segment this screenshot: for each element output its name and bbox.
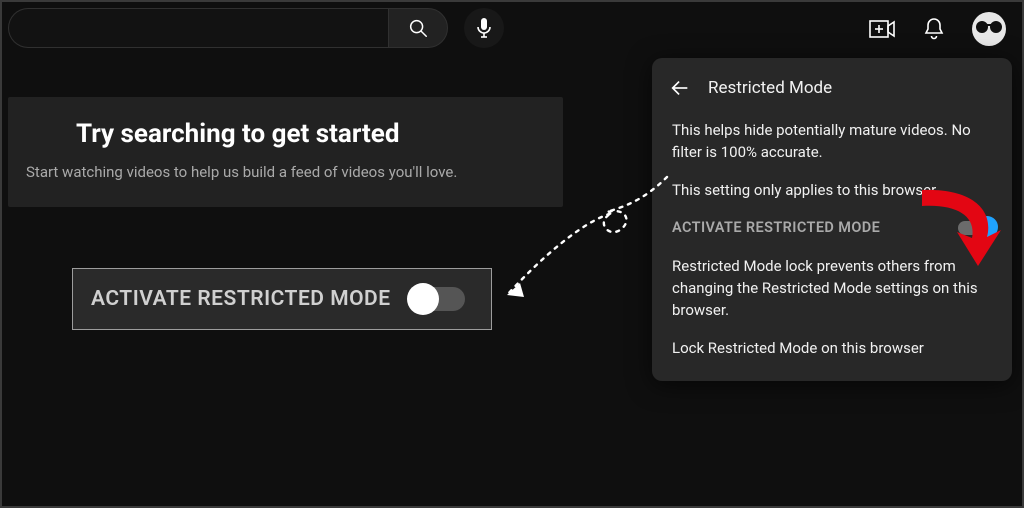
empty-state-card: Try searching to get started Start watch… [8, 97, 563, 207]
lock-restricted-mode-link[interactable]: Lock Restricted Mode on this browser [672, 338, 992, 360]
account-avatar[interactable] [972, 12, 1006, 46]
panel-toggle-label: ACTIVATE RESTRICTED MODE [672, 217, 880, 238]
panel-desc-3: Restricted Mode lock prevents others fro… [672, 256, 992, 321]
panel-body: This helps hide potentially mature video… [652, 114, 1012, 359]
activate-restricted-mode-toggle[interactable] [958, 221, 992, 235]
notifications-button[interactable] [920, 15, 948, 43]
restricted-mode-panel: Restricted Mode This helps hide potentia… [652, 58, 1012, 381]
bell-icon [923, 17, 945, 41]
empty-state-subtitle: Start watching videos to help us build a… [26, 163, 545, 181]
panel-desc-1: This helps hide potentially mature video… [672, 120, 992, 164]
search-box [8, 8, 448, 48]
create-video-icon [869, 19, 895, 39]
mic-icon [475, 17, 493, 39]
back-button[interactable] [668, 76, 692, 100]
top-bar [8, 8, 1016, 56]
panel-desc-2: This setting only applies to this browse… [672, 180, 992, 202]
panel-toggle-row: ACTIVATE RESTRICTED MODE [672, 217, 992, 238]
activate-restricted-mode-toggle-big[interactable] [411, 287, 465, 311]
create-button[interactable] [868, 15, 896, 43]
panel-title: Restricted Mode [708, 78, 832, 98]
search-button[interactable] [388, 8, 448, 48]
empty-state-title: Try searching to get started [76, 119, 545, 149]
activate-restricted-mode-label: ACTIVATE RESTRICTED MODE [91, 287, 391, 311]
top-right-icons [868, 12, 1006, 46]
panel-header: Restricted Mode [652, 68, 1012, 114]
voice-search-button[interactable] [464, 8, 504, 48]
search-icon [407, 17, 429, 39]
search-input[interactable] [8, 8, 388, 48]
activate-restricted-mode-highlight: ACTIVATE RESTRICTED MODE [72, 268, 492, 330]
arrow-left-icon [669, 77, 691, 99]
